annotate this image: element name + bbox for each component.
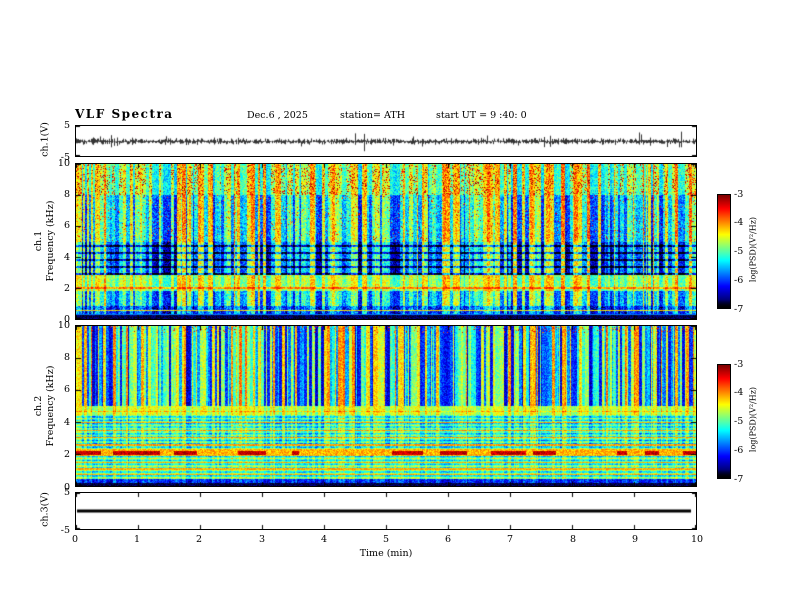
xtick-label: 4 [320, 534, 328, 545]
ch2-spec-ylabel-line2: Frequency (kHz) [45, 365, 56, 447]
cbar-tick-label: -4 [734, 217, 744, 228]
ch2-colorbar [717, 364, 731, 479]
xtick-label: 8 [569, 534, 577, 545]
ch1-colorbar-label: log(PSD)(V²/Hz) [748, 216, 758, 283]
ytick-label: 10 [57, 320, 70, 331]
xaxis-title: Time (min) [359, 548, 413, 559]
ch1-spec-ylabel-line2: Frequency (kHz) [45, 200, 56, 282]
ch3-wave-ylabel: ch.3(V) [39, 492, 51, 527]
xtick-label: 3 [258, 534, 266, 545]
xtick-label: 0 [71, 534, 79, 545]
xtick-label: 7 [506, 534, 514, 545]
ch1-wave-ylabel: ch.1(V) [39, 122, 51, 157]
cbar-tick-label: -3 [734, 189, 744, 200]
ch1-spec-ylabel: ch.1 Frequency (kHz) [33, 196, 57, 286]
cbar-tick-label: -5 [734, 416, 744, 427]
ch2-spectrogram-canvas [75, 325, 697, 487]
ch1-spec-ylabel-line1: ch.1 [33, 230, 44, 252]
xtick-label: 5 [382, 534, 390, 545]
xtick-label: 6 [444, 534, 452, 545]
plot-title: VLF Spectra [75, 107, 174, 121]
cbar-tick-label: -7 [734, 474, 744, 485]
ch1-spectrogram-canvas [75, 163, 697, 320]
date-label: Dec.6 , 2025 [247, 110, 308, 121]
xtick-label: 9 [631, 534, 639, 545]
cbar-tick-label: -7 [734, 304, 744, 315]
ytick-label: 10 [57, 158, 70, 169]
ch1-colorbar [717, 194, 731, 309]
xtick-label: 10 [690, 534, 704, 545]
cbar-tick-label: -4 [734, 387, 744, 398]
ch1-waveform-canvas [75, 125, 697, 157]
vlf-spectra-figure: VLF Spectra Dec.6 , 2025 station= ATH st… [0, 0, 792, 612]
ch2-spec-ylabel-line1: ch.2 [33, 395, 44, 417]
ch3-waveform-canvas [75, 492, 697, 530]
cbar-tick-label: -6 [734, 275, 744, 286]
ytick-label: 5 [63, 487, 70, 498]
ytick-label: 5 [63, 120, 70, 131]
station-label: station= ATH [340, 110, 405, 121]
xtick-label: 2 [195, 534, 203, 545]
start-ut-label: start UT = 9 :40: 0 [436, 110, 527, 121]
xtick-label: 1 [133, 534, 141, 545]
ch2-spec-ylabel: ch.2 Frequency (kHz) [33, 361, 57, 451]
cbar-tick-label: -3 [734, 359, 744, 370]
ch2-colorbar-label: log(PSD)(V²/Hz) [748, 386, 758, 453]
cbar-tick-label: -6 [734, 445, 744, 456]
cbar-tick-label: -5 [734, 246, 744, 257]
